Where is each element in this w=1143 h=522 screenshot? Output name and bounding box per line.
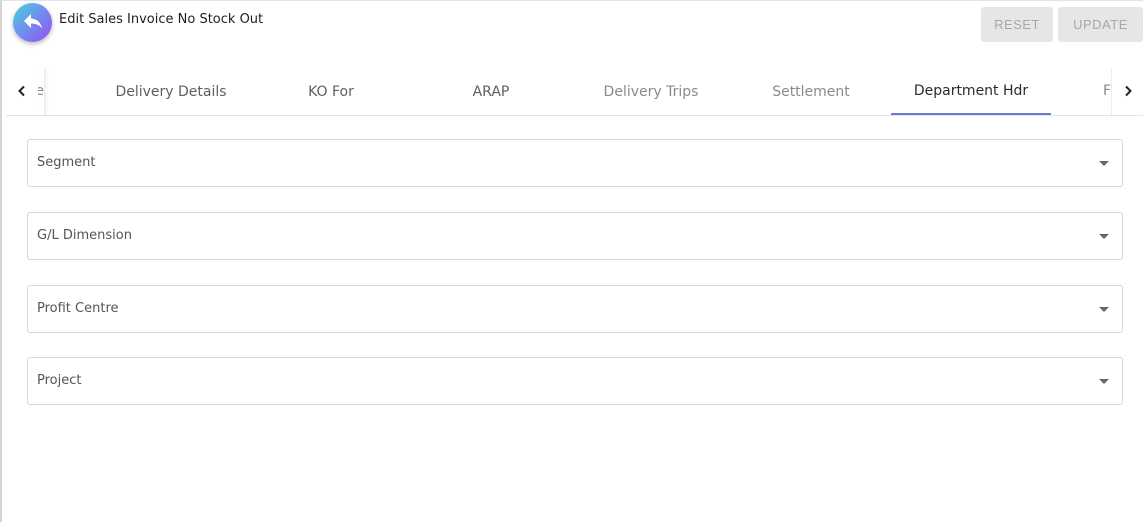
tab-partial-right[interactable]: F bbox=[1103, 68, 1111, 115]
update-button[interactable]: UPDATE bbox=[1058, 7, 1143, 42]
caret-down-icon bbox=[1099, 379, 1109, 384]
caret-down-icon bbox=[1099, 234, 1109, 239]
tab-ko-for[interactable]: KO For bbox=[251, 68, 411, 115]
segment-select[interactable]: Segment bbox=[27, 139, 1123, 187]
page-title: Edit Sales Invoice No Stock Out bbox=[59, 12, 264, 27]
tab-partial-left[interactable]: e bbox=[38, 68, 45, 115]
gl-dimension-select[interactable]: G/L Dimension bbox=[27, 212, 1123, 260]
tab-bar: e Delivery Details KO For ARAP Delivery … bbox=[6, 68, 1143, 116]
caret-down-icon bbox=[1099, 161, 1109, 166]
tab-delivery-details[interactable]: Delivery Details bbox=[91, 68, 251, 115]
gl-dimension-label: G/L Dimension bbox=[37, 228, 132, 243]
chevron-right-icon bbox=[1122, 82, 1134, 101]
tab-department-hdr[interactable]: Department Hdr bbox=[891, 68, 1051, 115]
back-button[interactable] bbox=[13, 3, 52, 42]
tab-scroll-right-button[interactable] bbox=[1111, 68, 1143, 115]
tab-delivery-trips[interactable]: Delivery Trips bbox=[571, 68, 731, 115]
back-arrow-icon bbox=[21, 9, 45, 37]
reset-button[interactable]: RESET bbox=[981, 7, 1053, 42]
chevron-left-icon bbox=[16, 82, 28, 101]
segment-label: Segment bbox=[37, 155, 96, 170]
tab-settlement[interactable]: Settlement bbox=[731, 68, 891, 115]
profit-centre-select[interactable]: Profit Centre bbox=[27, 285, 1123, 333]
project-label: Project bbox=[37, 373, 82, 388]
edit-sales-invoice-page: Edit Sales Invoice No Stock Out RESET UP… bbox=[0, 0, 1143, 522]
profit-centre-label: Profit Centre bbox=[37, 301, 119, 316]
caret-down-icon bbox=[1099, 307, 1109, 312]
tab-arap[interactable]: ARAP bbox=[411, 68, 571, 115]
tab-scroll-left-button[interactable] bbox=[6, 68, 38, 115]
project-select[interactable]: Project bbox=[27, 357, 1123, 405]
